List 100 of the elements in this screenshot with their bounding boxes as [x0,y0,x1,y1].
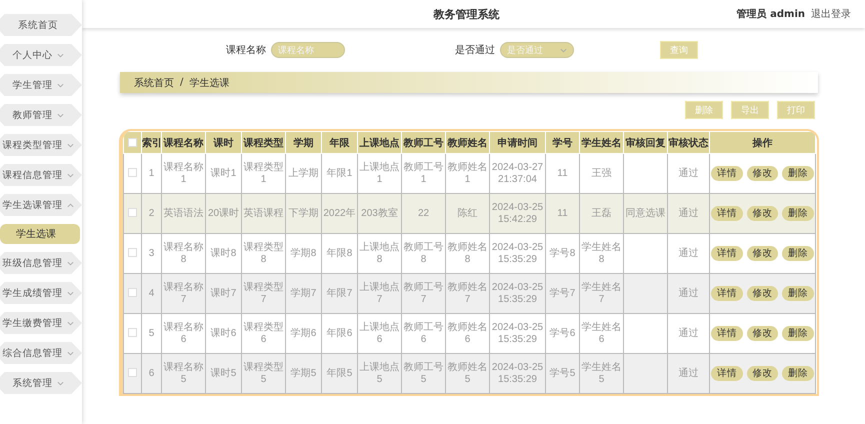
user-label: 管理员 admin [736,8,805,21]
app-title: 教务管理系统 [434,6,500,22]
row-action-button[interactable]: 删除 [782,246,814,261]
menu-item[interactable]: 课程信息管理 [0,164,82,186]
table-cell: 通过 [678,288,698,298]
input-field[interactable]: 课程名称 [271,42,345,58]
table-cell: 课程名称1 [164,162,204,184]
table-cell: 学生姓名8 [582,242,622,264]
table-cell: 通过 [678,328,698,338]
table-cell: 年限8 [326,248,352,258]
row-checkbox[interactable] [128,168,137,178]
row-action-button[interactable]: 修改 [746,366,778,381]
row-action-button[interactable]: 删除 [782,326,814,341]
column-header: 审核状态 [668,132,710,154]
menu-item[interactable]: 学生缴费管理 [0,312,82,334]
table-cell: 上课地点1 [360,162,400,184]
menu-item[interactable]: 课程类型管理 [0,134,82,156]
table-cell: 22 [418,208,430,218]
row-action-button[interactable]: 删除 [782,166,814,181]
table-cell: 英语语法 [164,208,204,218]
menu-item[interactable]: 个人中心 [0,44,82,66]
table-cell: 11 [557,208,568,218]
table-cell: 通过 [678,248,698,258]
select-all-checkbox[interactable] [128,138,137,147]
row-action-button[interactable]: 删除 [782,206,814,221]
row-action-button[interactable]: 详情 [711,326,743,341]
table-cell: 课时8 [210,248,236,258]
table-cell: 下学期 [288,208,318,218]
row-action-button[interactable]: 修改 [746,246,778,261]
menu-item[interactable]: 教师管理 [0,104,82,126]
table-cell: 上课地点5 [360,362,400,384]
table-cell: 课程类型5 [244,362,284,384]
table-cell: 学生姓名6 [582,322,622,344]
row-checkbox[interactable] [128,328,137,338]
table-cell: 年限7 [326,288,352,298]
column-header: 教师姓名 [446,132,490,154]
menu-item[interactable]: 系统管理 [0,372,82,394]
row-checkbox[interactable] [128,248,137,258]
table-cell: 英语课程 [244,208,284,218]
table-cell: 通过 [678,168,698,178]
column-header: 学期 [286,132,322,154]
table-cell: 课程名称5 [164,362,204,384]
row-action-button[interactable]: 修改 [746,286,778,301]
menu-item[interactable]: 综合信息管理 [0,342,82,364]
table-cell: 学号5 [550,368,576,378]
row-checkbox[interactable] [128,288,137,298]
row-action-button[interactable]: 详情 [711,246,743,261]
table-cell: 年限6 [326,328,352,338]
column-header: 课程类型 [242,132,286,154]
row-checkbox[interactable] [128,208,137,218]
table-cell: 教师工号7 [404,282,444,304]
table-cell: 20课时 [208,208,240,218]
row-action-button[interactable]: 详情 [711,206,743,221]
table-cell: 5 [148,328,154,338]
breadcrumb-link[interactable]: 学生选课 [189,76,230,90]
table-cell: 2024-03-25 15:35:29 [492,242,544,264]
table-cell: 3 [148,248,154,258]
table-cell: 教师姓名6 [448,322,488,344]
table-cell: 上学期 [288,168,318,178]
row-action-button[interactable]: 删除 [782,366,814,381]
column-header: 索引 [142,132,162,154]
table-cell: 教师工号5 [404,362,444,384]
table-cell: 学生姓名7 [582,282,622,304]
menu-item[interactable]: 班级信息管理 [0,252,82,274]
table-cell: 年限1 [326,168,352,178]
row-action-button[interactable]: 删除 [782,286,814,301]
table-cell: 学号8 [550,248,576,258]
row-action-button[interactable]: 修改 [746,206,778,221]
table-cell: 1 [148,168,154,178]
table-cell: 学号6 [550,328,576,338]
row-checkbox[interactable] [128,368,137,378]
column-header: 申请时间 [490,132,546,154]
menu-item[interactable]: 学生管理 [0,74,82,96]
breadcrumb-link[interactable]: 系统首页 [134,76,174,90]
column-header: 操作 [710,132,816,154]
menu-item[interactable]: 学生成绩管理 [0,282,82,304]
row-action-button[interactable]: 修改 [746,326,778,341]
row-action-button[interactable]: 修改 [746,166,778,181]
table-cell: 课程名称6 [164,322,204,344]
column-header: 课时 [206,132,242,154]
dropdown-icon [560,48,567,53]
table-cell: 学期6 [290,328,316,338]
table-cell: 通过 [678,368,698,378]
table-cell: 王磊 [592,208,612,218]
menu-item[interactable]: 系统首页 [0,14,82,36]
row-action-button[interactable]: 详情 [711,166,743,181]
row-action-button[interactable]: 详情 [711,286,743,301]
select-field[interactable]: 是否通过 [500,42,574,58]
table-cell: 11 [557,168,568,178]
breadcrumb-separator: / [180,77,184,88]
row-action-button[interactable]: 详情 [711,366,743,381]
table-cell: 教师工号8 [404,242,444,264]
column-header: 审核回复 [624,132,668,154]
table-cell: 年限5 [326,368,352,378]
table-cell: 陈红 [458,208,478,218]
menu-item[interactable]: 学生选课管理 [0,194,82,216]
table-cell: 课程名称8 [164,242,204,264]
logout-link[interactable]: 退出登录 [811,7,851,21]
submenu-item[interactable]: 学生选课 [0,224,80,244]
table-cell: 上课地点6 [360,322,400,344]
